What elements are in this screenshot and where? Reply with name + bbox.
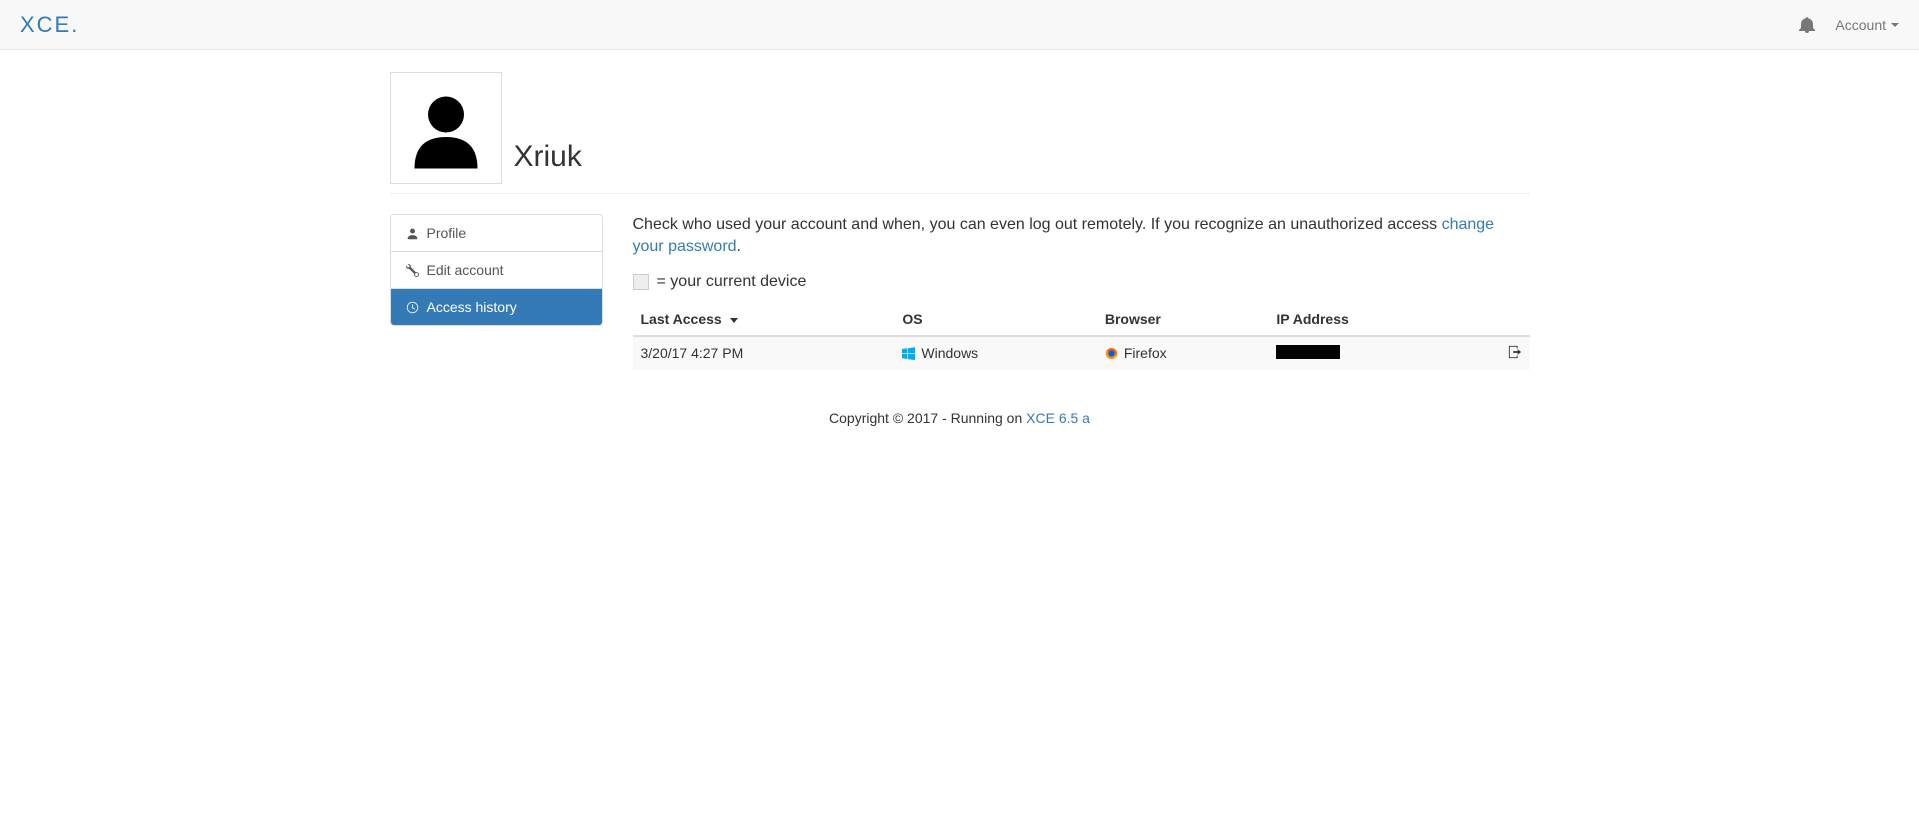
sidebar: Profile Edit account Access history (390, 214, 603, 370)
access-history-table: Last Access OS Browser IP Address 3/20/1… (633, 303, 1530, 370)
firefox-icon (1105, 347, 1118, 360)
logout-icon[interactable] (1508, 346, 1522, 362)
notifications-icon[interactable] (1799, 17, 1815, 33)
page-header: Xriuk (390, 72, 1530, 194)
description-text: Check who used your account and when, yo… (633, 214, 1530, 259)
column-browser[interactable]: Browser (1097, 303, 1269, 336)
column-label: Last Access (641, 311, 722, 327)
sidebar-item-profile[interactable]: Profile (391, 215, 602, 252)
page-title: Xriuk (514, 140, 582, 174)
clock-icon (406, 301, 419, 314)
current-device-label: = your current device (657, 273, 807, 291)
sidebar-item-label: Profile (427, 225, 467, 241)
windows-icon (902, 347, 915, 360)
chevron-down-icon (1891, 23, 1899, 27)
browser-label: Firefox (1124, 345, 1167, 361)
copyright-text: Copyright © 2017 - Running on (829, 410, 1026, 426)
sidebar-item-label: Edit account (427, 262, 504, 278)
current-device-legend: = your current device (633, 273, 1530, 291)
main-container: Xriuk Profile Edit account (375, 72, 1545, 426)
column-os[interactable]: OS (894, 303, 1096, 336)
cell-ip (1268, 336, 1463, 370)
cell-actions (1463, 336, 1529, 370)
version-link[interactable]: XCE 6.5 a (1026, 410, 1090, 426)
account-dropdown[interactable]: Account (1835, 17, 1899, 33)
sidebar-item-edit-account[interactable]: Edit account (391, 252, 602, 289)
cell-browser: Firefox (1097, 336, 1269, 370)
ip-redacted (1276, 345, 1340, 359)
user-icon (406, 227, 419, 240)
sort-caret-icon (730, 318, 738, 323)
device-indicator-icon (633, 274, 649, 290)
cell-last-access: 3/20/17 4:27 PM (633, 336, 895, 370)
sidebar-item-access-history[interactable]: Access history (391, 289, 602, 325)
brand-link[interactable]: XCE. (20, 12, 79, 38)
column-ip[interactable]: IP Address (1268, 303, 1463, 336)
sidebar-item-label: Access history (427, 299, 517, 315)
cell-os: Windows (894, 336, 1096, 370)
table-row: 3/20/17 4:27 PM Windows (633, 336, 1530, 370)
navbar: XCE. Account (0, 0, 1919, 50)
main-content: Check who used your account and when, yo… (633, 214, 1530, 370)
footer: Copyright © 2017 - Running on XCE 6.5 a (390, 410, 1530, 426)
wrench-icon (406, 264, 419, 277)
os-label: Windows (921, 345, 978, 361)
account-label: Account (1835, 17, 1886, 33)
column-actions (1463, 303, 1529, 336)
column-last-access[interactable]: Last Access (633, 303, 895, 336)
avatar-silhouette-icon (401, 83, 491, 173)
description-suffix: . (737, 238, 741, 255)
description-prefix: Check who used your account and when, yo… (633, 216, 1442, 233)
avatar (390, 72, 502, 184)
